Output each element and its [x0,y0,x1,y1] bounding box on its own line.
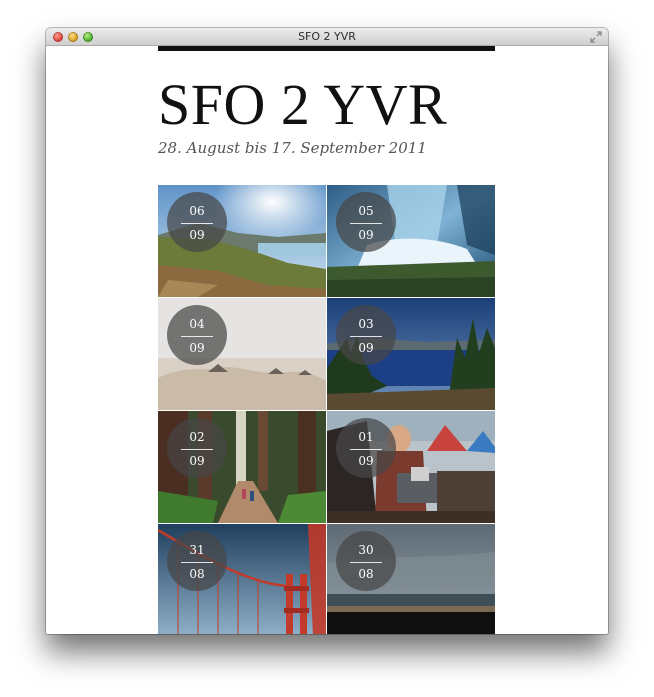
photo-tile[interactable]: 31 08 [158,524,326,634]
date-badge: 03 09 [336,305,396,365]
date-day: 05 [358,204,374,218]
date-day: 04 [189,317,205,331]
date-day: 06 [189,204,205,218]
photo-tile[interactable]: 05 09 [327,185,495,297]
date-month: 09 [358,341,374,355]
date-divider [181,562,213,563]
page-title: SFO 2 YVR [158,72,448,137]
fullscreen-icon[interactable] [590,31,602,43]
date-divider [350,562,382,563]
date-divider [350,223,382,224]
date-divider [181,223,213,224]
photo-tile[interactable]: 06 09 [158,185,326,297]
page-content: SFO 2 YVR 28. August bis 17. September 2… [46,46,608,634]
date-month: 09 [189,228,205,242]
date-divider [181,449,213,450]
date-month: 08 [189,567,205,581]
photo-grid: 06 09 05 09 04 09 03 09 02 09 01 09 31 0… [158,185,495,634]
date-badge: 31 08 [167,531,227,591]
window-title: SFO 2 YVR [298,30,356,43]
window-titlebar[interactable]: SFO 2 YVR [46,28,608,46]
date-badge: 30 08 [336,531,396,591]
date-month: 09 [189,341,205,355]
photo-tile[interactable]: 02 09 [158,411,326,523]
date-badge: 01 09 [336,418,396,478]
date-month: 09 [189,454,205,468]
date-divider [350,336,382,337]
date-month: 09 [358,228,374,242]
date-day: 03 [358,317,374,331]
date-month: 09 [358,454,374,468]
date-divider [181,336,213,337]
date-badge: 06 09 [167,192,227,252]
page-subtitle: 28. August bis 17. September 2011 [158,139,427,157]
date-badge: 02 09 [167,418,227,478]
date-badge: 04 09 [167,305,227,365]
date-month: 08 [358,567,374,581]
date-day: 30 [358,543,374,557]
photo-tile[interactable]: 30 08 [327,524,495,634]
photo-tile[interactable]: 01 09 [327,411,495,523]
photo-tile[interactable]: 04 09 [158,298,326,410]
date-day: 01 [358,430,374,444]
date-badge: 05 09 [336,192,396,252]
browser-window: SFO 2 YVR SFO 2 YVR 28. August bis 17. S… [46,28,608,634]
photo-tile[interactable]: 03 09 [327,298,495,410]
header-rule [158,46,495,51]
date-day: 02 [189,430,205,444]
date-day: 31 [189,543,205,557]
date-divider [350,449,382,450]
